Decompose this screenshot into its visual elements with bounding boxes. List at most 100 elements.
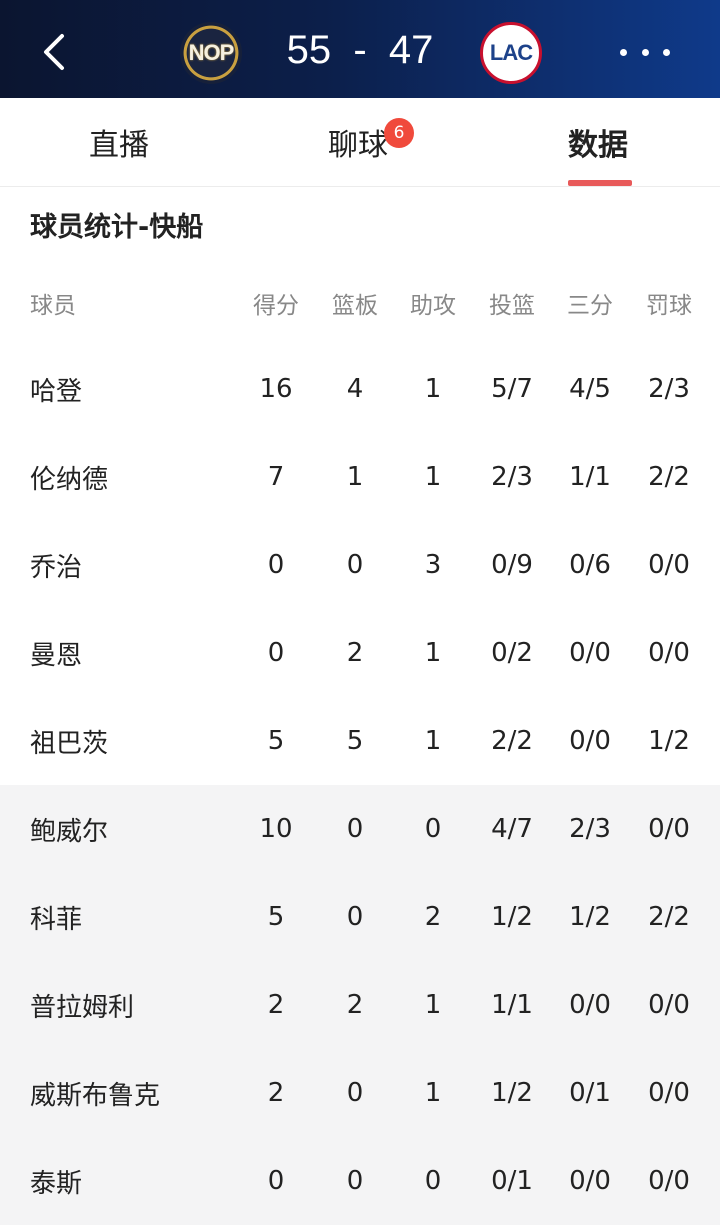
stat-rebounds: 0 — [346, 550, 364, 580]
stat-assists: 2 — [424, 902, 442, 932]
stat-ft: 2/2 — [648, 902, 690, 932]
stat-3pt: 2/3 — [569, 814, 611, 844]
stat-3pt: 0/0 — [569, 1166, 611, 1196]
column-header-player: 球员 — [30, 292, 76, 319]
more-dot-icon — [641, 48, 649, 56]
stat-ft: 0/0 — [648, 814, 690, 844]
table-row[interactable]: 祖巴茨 5 5 1 2/2 0/0 1/2 — [0, 697, 720, 785]
stat-fg: 0/9 — [491, 550, 533, 580]
stat-fg: 1/2 — [491, 1078, 533, 1108]
stat-ft: 0/0 — [648, 1166, 690, 1196]
table-row[interactable]: 普拉姆利 2 2 1 1/1 0/0 0/0 — [0, 961, 720, 1049]
stat-rebounds: 0 — [346, 1078, 364, 1108]
stat-rebounds: 2 — [346, 990, 364, 1020]
table-row[interactable]: 乔治 0 0 3 0/9 0/6 0/0 — [0, 521, 720, 609]
game-header: NOP 55 - 47 LAC — [0, 0, 720, 98]
stat-ft: 2/2 — [648, 462, 690, 492]
chevron-left-icon — [44, 34, 64, 70]
stat-3pt: 0/0 — [569, 638, 611, 668]
player-name[interactable]: 科菲 — [30, 899, 82, 936]
player-name[interactable]: 乔治 — [30, 547, 82, 584]
stat-rebounds: 2 — [346, 638, 364, 668]
stat-points: 0 — [267, 638, 285, 668]
stat-assists: 1 — [424, 374, 442, 404]
stat-rebounds: 0 — [346, 1166, 364, 1196]
stat-assists: 1 — [424, 990, 442, 1020]
stat-points: 0 — [267, 1166, 285, 1196]
more-options-button[interactable] — [620, 34, 670, 70]
player-name[interactable]: 哈登 — [30, 371, 82, 408]
stat-3pt: 1/2 — [569, 902, 611, 932]
stat-assists: 1 — [424, 1078, 442, 1108]
stat-fg: 1/2 — [491, 902, 533, 932]
stat-3pt: 4/5 — [569, 374, 611, 404]
game-score: 55 - 47 — [286, 28, 434, 72]
stat-ft: 0/0 — [648, 550, 690, 580]
stat-ft: 2/3 — [648, 374, 690, 404]
column-header-rebounds[interactable]: 篮板 — [320, 286, 390, 320]
stat-points: 10 — [259, 814, 293, 844]
away-team-abbr: LAC — [489, 40, 533, 65]
table-row[interactable]: 鲍威尔 10 0 0 4/7 2/3 0/0 — [0, 785, 720, 873]
column-header-points[interactable]: 得分 — [241, 286, 311, 320]
stat-ft: 0/0 — [648, 638, 690, 668]
column-header-fg[interactable]: 投篮 — [477, 286, 547, 320]
stat-points: 7 — [267, 462, 285, 492]
column-header-assists[interactable]: 助攻 — [398, 286, 468, 320]
more-dot-icon — [663, 48, 670, 56]
table-row[interactable]: 泰斯 0 0 0 0/1 0/0 0/0 — [0, 1137, 720, 1225]
away-team-logo[interactable]: LAC — [480, 22, 542, 84]
stat-fg: 2/2 — [491, 726, 533, 756]
home-team-logo[interactable]: NOP — [180, 22, 242, 84]
table-header-row: 球员 得分 篮板 助攻 投篮 三分 罚球 — [0, 260, 720, 345]
stat-rebounds: 4 — [346, 374, 364, 404]
stat-assists: 1 — [424, 462, 442, 492]
player-name[interactable]: 泰斯 — [30, 1163, 82, 1200]
more-dot-icon — [620, 48, 627, 56]
stat-points: 16 — [259, 374, 293, 404]
table-row[interactable]: 威斯布鲁克 2 0 1 1/2 0/1 0/0 — [0, 1049, 720, 1137]
stat-ft: 0/0 — [648, 990, 690, 1020]
column-header-ft[interactable]: 罚球 — [634, 286, 704, 320]
stat-assists: 3 — [424, 550, 442, 580]
stat-rebounds: 5 — [346, 726, 364, 756]
table-row[interactable]: 哈登 16 4 1 5/7 4/5 2/3 — [0, 345, 720, 433]
player-name[interactable]: 伦纳德 — [30, 459, 108, 496]
tab-chat[interactable]: 聊球 — [328, 120, 388, 164]
tab-bar: 直播 聊球 数据 — [0, 98, 720, 187]
stat-3pt: 0/0 — [569, 726, 611, 756]
player-name[interactable]: 祖巴茨 — [30, 723, 108, 760]
column-header-3pt[interactable]: 三分 — [555, 286, 625, 320]
table-row[interactable]: 科菲 5 0 2 1/2 1/2 2/2 — [0, 873, 720, 961]
player-name[interactable]: 鲍威尔 — [30, 811, 108, 848]
stat-3pt: 0/0 — [569, 990, 611, 1020]
tab-stats[interactable]: 数据 — [568, 120, 628, 164]
stat-fg: 1/1 — [491, 990, 533, 1020]
stat-fg: 0/1 — [491, 1166, 533, 1196]
stat-3pt: 0/1 — [569, 1078, 611, 1108]
stat-ft: 0/0 — [648, 1078, 690, 1108]
player-name[interactable]: 威斯布鲁克 — [30, 1075, 160, 1112]
stat-ft: 1/2 — [648, 726, 690, 756]
tab-live[interactable]: 直播 — [89, 120, 149, 164]
table-row[interactable]: 曼恩 0 2 1 0/2 0/0 0/0 — [0, 609, 720, 697]
table-row[interactable]: 伦纳德 7 1 1 2/3 1/1 2/2 — [0, 433, 720, 521]
player-name[interactable]: 普拉姆利 — [30, 987, 134, 1024]
stat-fg: 4/7 — [491, 814, 533, 844]
active-tab-indicator — [568, 180, 632, 186]
stat-fg: 5/7 — [491, 374, 533, 404]
stat-assists: 0 — [424, 1166, 442, 1196]
stat-assists: 0 — [424, 814, 442, 844]
stat-rebounds: 1 — [346, 462, 364, 492]
stat-points: 0 — [267, 550, 285, 580]
chat-unread-badge: 6 — [384, 118, 414, 148]
player-name[interactable]: 曼恩 — [30, 635, 82, 672]
stat-3pt: 1/1 — [569, 462, 611, 492]
stat-points: 5 — [267, 726, 285, 756]
stat-points: 5 — [267, 902, 285, 932]
player-stats-table: 球员 得分 篮板 助攻 投篮 三分 罚球 哈登 16 4 1 5/7 4/5 2… — [0, 260, 720, 1225]
stat-assists: 1 — [424, 726, 442, 756]
section-title: 球员统计-快船 — [30, 212, 204, 243]
back-button[interactable] — [36, 30, 76, 74]
stat-points: 2 — [267, 990, 285, 1020]
